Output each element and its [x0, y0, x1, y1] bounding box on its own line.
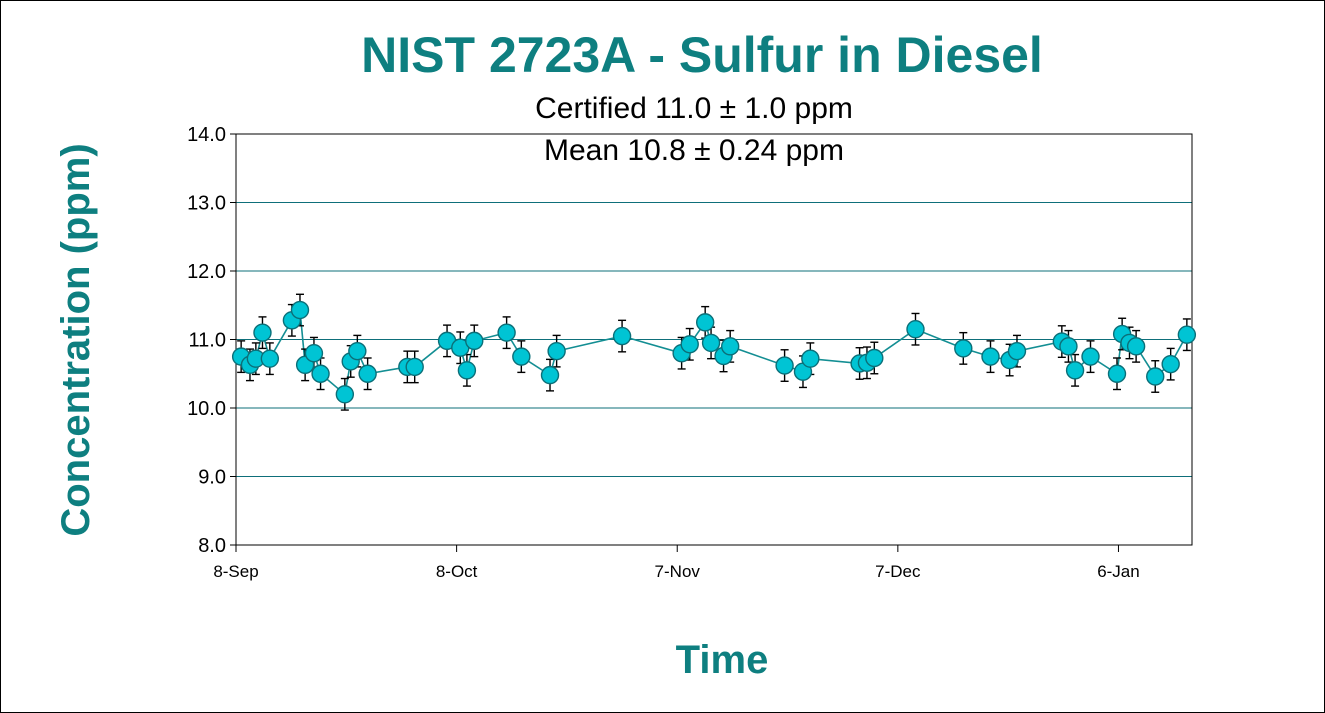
plot-area: 8.0 9.0 10.0 11.0 12.0 13.0 14.0 8-Sep 8-Oct 7-N… — [187, 124, 1197, 581]
data-point — [701, 333, 721, 353]
data-point — [497, 323, 516, 342]
data-point — [1007, 341, 1027, 361]
y-tick-label: 11.0 — [189, 330, 226, 352]
data-point — [290, 300, 310, 320]
data-point — [1065, 361, 1085, 380]
y-tick-label: 9.0 — [198, 467, 226, 489]
y-tick-labels: 8.0 9.0 10.0 11.0 12.0 13.0 14.0 — [187, 124, 226, 557]
data-point — [465, 331, 484, 351]
data-point — [348, 341, 367, 361]
data-point — [865, 348, 884, 368]
y-tick-label: 12.0 — [187, 261, 226, 283]
y-tick-label: 8.0 — [198, 535, 226, 557]
data-point — [304, 344, 324, 363]
data-point — [405, 357, 424, 377]
y-tick-label: 13.0 — [187, 193, 226, 215]
x-tick-label: 6-Jan — [1097, 562, 1140, 581]
data-point — [253, 323, 272, 342]
data-point — [801, 349, 820, 368]
y-tick-label: 10.0 — [187, 398, 226, 420]
data-point — [1059, 337, 1078, 356]
data-point — [1107, 364, 1127, 383]
x-tick-label: 8-Oct — [436, 562, 478, 581]
data-point — [457, 361, 477, 380]
data-point — [906, 320, 925, 339]
data-point — [1126, 337, 1146, 356]
data-point — [1177, 325, 1197, 344]
x-tick-label: 8-Sep — [213, 562, 258, 581]
data-point — [954, 339, 973, 358]
data-point — [680, 335, 699, 354]
x-tick-label: 7-Dec — [875, 562, 921, 581]
data-series — [231, 293, 1197, 411]
data-point — [547, 341, 566, 361]
data-point — [311, 364, 330, 383]
x-tick-labels: 8-Sep 8-Oct 7-Nov 7-Dec 6-Jan — [213, 562, 1139, 581]
data-point — [260, 349, 280, 368]
data-point — [512, 347, 531, 366]
data-point — [358, 364, 377, 383]
y-tick-label: 14.0 — [187, 124, 226, 146]
data-point — [540, 365, 560, 385]
data-point — [1161, 354, 1180, 374]
data-point — [612, 326, 632, 346]
data-point — [695, 313, 715, 332]
data-point — [775, 356, 794, 375]
data-point — [1081, 347, 1100, 366]
data-point — [720, 337, 740, 356]
data-point — [981, 347, 1000, 366]
x-tick-label: 7-Nov — [655, 562, 701, 581]
data-point — [1146, 367, 1165, 386]
data-point — [335, 385, 355, 404]
